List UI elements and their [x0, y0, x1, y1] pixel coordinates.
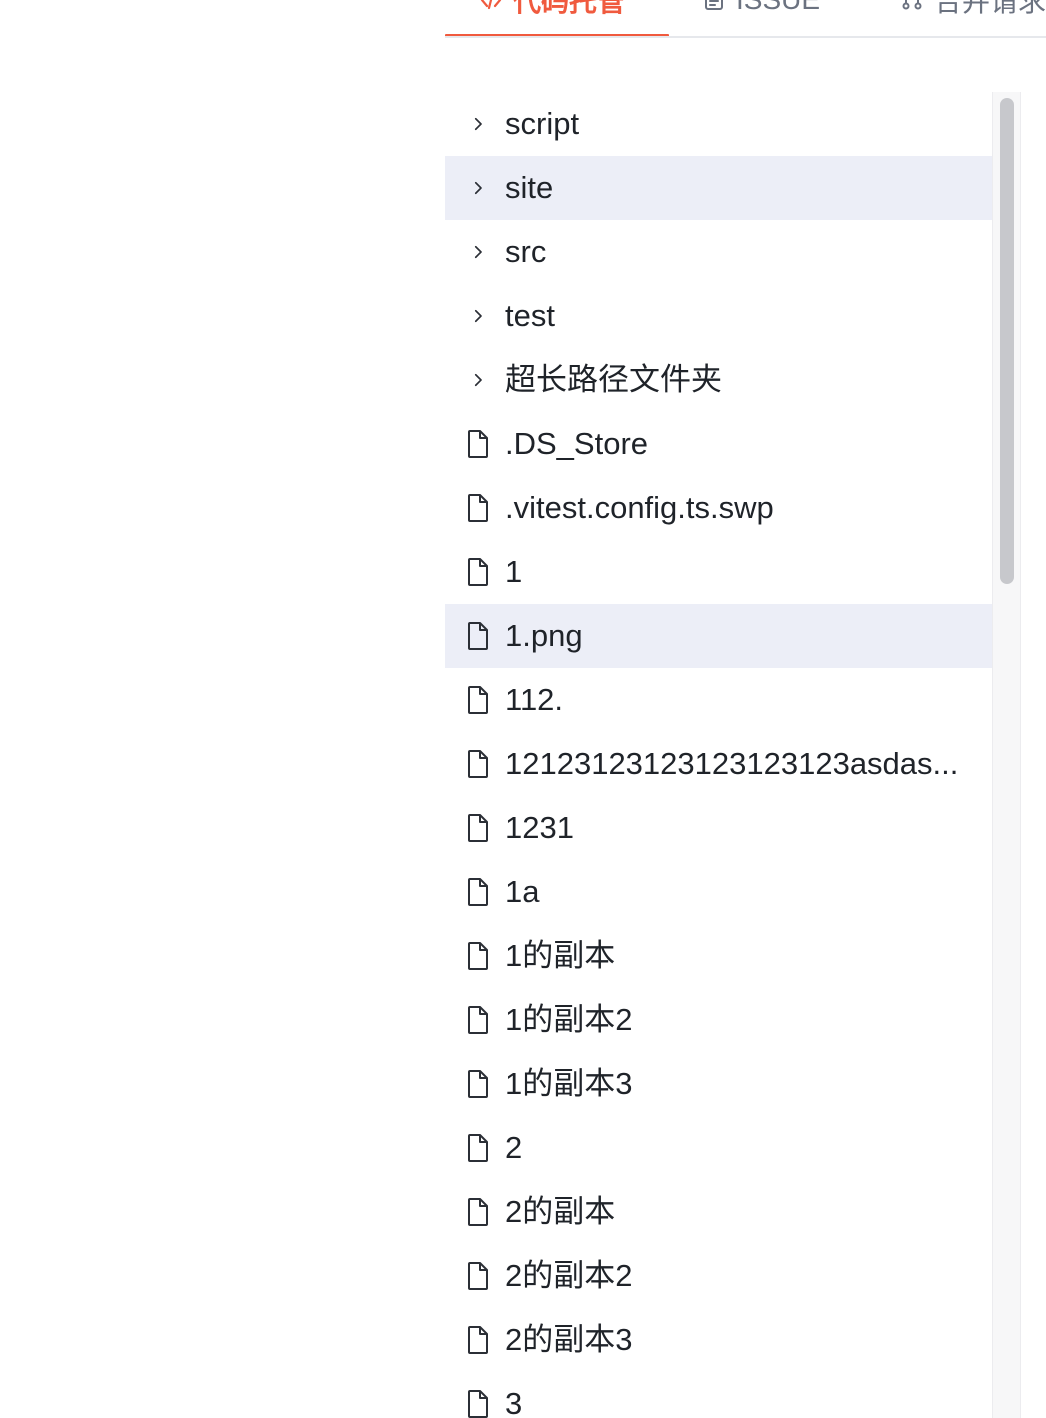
file-icon: [463, 1325, 493, 1355]
file-name: 1的副本: [505, 938, 616, 973]
folder-row[interactable]: site: [445, 156, 992, 220]
file-row[interactable]: 2的副本3: [445, 1308, 992, 1372]
folder-name: src: [505, 234, 547, 269]
folder-row[interactable]: test: [445, 284, 992, 348]
file-name: 1231: [505, 810, 574, 845]
code-icon: [479, 0, 503, 12]
file-row[interactable]: 2的副本: [445, 1180, 992, 1244]
file-icon: [463, 557, 493, 587]
tab-merge-request[interactable]: 合并请求: [900, 0, 1046, 17]
active-tab-indicator: [445, 34, 669, 36]
folder-row[interactable]: src: [445, 220, 992, 284]
file-icon: [463, 429, 493, 459]
file-icon: [463, 1197, 493, 1227]
file-name: 1的副本3: [505, 1066, 633, 1101]
file-name: 2的副本2: [505, 1258, 633, 1293]
file-tree-scrollbar[interactable]: [992, 92, 1021, 1418]
file-row[interactable]: 12123123123123123123asdas...: [445, 732, 992, 796]
file-row[interactable]: .DS_Store: [445, 412, 992, 476]
chevron-right-icon[interactable]: [463, 301, 493, 331]
file-row[interactable]: 2: [445, 1116, 992, 1180]
chevron-right-icon[interactable]: [463, 365, 493, 395]
file-row[interactable]: 2的副本2: [445, 1244, 992, 1308]
file-row[interactable]: 112.: [445, 668, 992, 732]
file-row[interactable]: 3: [445, 1372, 992, 1418]
file-tree-scroll-thumb[interactable]: [1000, 98, 1014, 584]
file-row[interactable]: 1的副本2: [445, 988, 992, 1052]
file-name: .vitest.config.ts.swp: [505, 490, 774, 525]
folder-name: script: [505, 106, 580, 141]
file-name: 1的副本2: [505, 1002, 633, 1037]
file-icon: [463, 685, 493, 715]
file-name: 1: [505, 554, 523, 589]
file-name: .DS_Store: [505, 426, 649, 461]
file-row[interactable]: 1: [445, 540, 992, 604]
file-row[interactable]: .vitest.config.ts.swp: [445, 476, 992, 540]
issue-doc-icon: [702, 0, 726, 12]
file-row[interactable]: 1的副本3: [445, 1052, 992, 1116]
tab-code-hosting[interactable]: 代码托管: [479, 0, 625, 17]
file-icon: [463, 1069, 493, 1099]
file-name: 112.: [505, 682, 564, 717]
file-icon: [463, 493, 493, 523]
tab-merge-request-label: 合并请求: [934, 0, 1046, 17]
folder-row[interactable]: script: [445, 92, 992, 156]
file-icon: [463, 1133, 493, 1163]
folder-name: 超长路径文件夹: [505, 362, 722, 397]
file-name: 1a: [505, 874, 540, 909]
repository-tabs: 代码托管 ISSUE: [445, 0, 1046, 38]
merge-request-icon: [900, 0, 924, 12]
file-tree: script site src test 超长路径文件夹 .DS_Store .…: [445, 92, 992, 1418]
folder-row[interactable]: 超长路径文件夹: [445, 348, 992, 412]
file-icon: [463, 1261, 493, 1291]
file-name: 1.png: [505, 618, 583, 653]
file-icon: [463, 941, 493, 971]
folder-name: test: [505, 298, 555, 333]
tab-issue[interactable]: ISSUE: [702, 0, 820, 16]
file-icon: [463, 621, 493, 651]
folder-name: site: [505, 170, 554, 205]
file-name: 2的副本: [505, 1194, 616, 1229]
file-tree-list: script site src test 超长路径文件夹 .DS_Store .…: [445, 92, 992, 1418]
file-name: 3: [505, 1386, 523, 1418]
file-row[interactable]: 1231: [445, 796, 992, 860]
chevron-right-icon[interactable]: [463, 109, 493, 139]
file-icon: [463, 749, 493, 779]
chevron-right-icon[interactable]: [463, 173, 493, 203]
file-icon: [463, 1005, 493, 1035]
file-name: 2的副本3: [505, 1322, 633, 1357]
file-icon: [463, 1389, 493, 1418]
file-name: 12123123123123123123asdas...: [505, 746, 959, 781]
file-icon: [463, 813, 493, 843]
tab-issue-label: ISSUE: [736, 0, 820, 16]
chevron-right-icon[interactable]: [463, 237, 493, 267]
tab-code-hosting-label: 代码托管: [513, 0, 626, 17]
file-row[interactable]: 1a: [445, 860, 992, 924]
file-icon: [463, 877, 493, 907]
file-row[interactable]: 1.png: [445, 604, 992, 668]
file-row[interactable]: 1的副本: [445, 924, 992, 988]
file-name: 2: [505, 1130, 523, 1165]
repository-page: 代码托管 ISSUE: [0, 0, 1046, 1418]
